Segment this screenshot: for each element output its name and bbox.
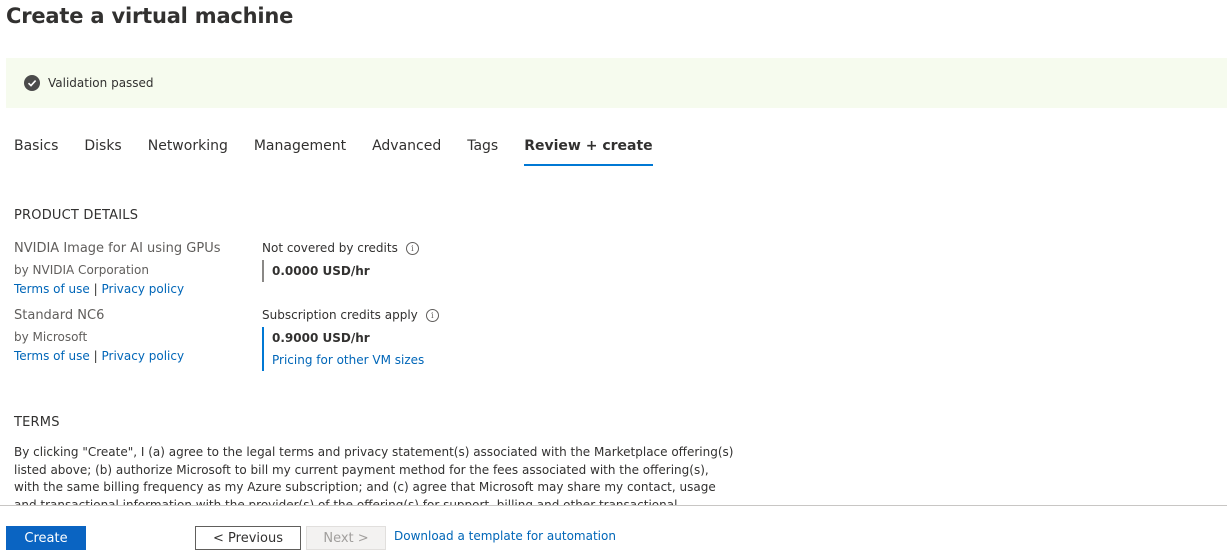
price-box: 0.0000 USD/hr — [262, 260, 522, 282]
pricing-other-sizes-link[interactable]: Pricing for other VM sizes — [272, 349, 522, 371]
tab-management[interactable]: Management — [254, 138, 346, 166]
product-publisher: by NVIDIA Corporation — [14, 263, 149, 277]
page-title: Create a virtual machine — [6, 4, 294, 28]
link-separator: | — [93, 282, 98, 296]
info-icon[interactable]: i — [405, 241, 419, 255]
wizard-tabs: Basics Disks Networking Management Advan… — [14, 138, 679, 166]
previous-button[interactable]: < Previous — [195, 526, 301, 550]
validation-banner: Validation passed — [6, 58, 1227, 108]
link-separator: | — [93, 349, 98, 363]
privacy-policy-link[interactable]: Privacy policy — [101, 349, 184, 363]
product-standard-nc6: Standard NC6 by Microsoft Terms of use |… — [14, 307, 254, 364]
price-credits-apply: Subscription credits apply i 0.9000 USD/… — [262, 308, 522, 371]
product-details-heading: PRODUCT DETAILS — [14, 208, 139, 223]
info-icon[interactable]: i — [425, 308, 439, 322]
product-name: Standard NC6 — [14, 308, 105, 323]
product-nvidia-image: NVIDIA Image for AI using GPUs by NVIDIA… — [14, 240, 254, 297]
product-publisher: by Microsoft — [14, 330, 88, 344]
terms-of-use-link[interactable]: Terms of use — [14, 282, 90, 296]
create-button[interactable]: Create — [6, 526, 86, 550]
terms-of-use-link[interactable]: Terms of use — [14, 349, 90, 363]
tab-review-create[interactable]: Review + create — [524, 138, 654, 166]
tab-networking[interactable]: Networking — [148, 138, 228, 166]
tab-tags[interactable]: Tags — [467, 138, 498, 166]
tab-disks[interactable]: Disks — [84, 138, 121, 166]
price-box: 0.9000 USD/hr Pricing for other VM sizes — [262, 327, 522, 371]
terms-text: By clicking "Create", I (a) agree to the… — [14, 445, 734, 506]
price-not-covered: Not covered by credits i 0.0000 USD/hr — [262, 241, 522, 282]
validation-message: Validation passed — [48, 76, 154, 90]
price-value: 0.9000 USD/hr — [272, 331, 370, 345]
price-label-text: Subscription credits apply — [262, 308, 418, 322]
product-links: Terms of use | Privacy policy — [14, 348, 254, 364]
check-circle-icon — [24, 75, 40, 91]
privacy-policy-link[interactable]: Privacy policy — [101, 282, 184, 296]
next-button[interactable]: Next > — [306, 526, 386, 550]
terms-heading: TERMS — [14, 415, 60, 430]
tab-advanced[interactable]: Advanced — [372, 138, 441, 166]
price-value: 0.0000 USD/hr — [272, 264, 370, 278]
price-label: Not covered by credits i — [262, 241, 522, 255]
download-template-link[interactable]: Download a template for automation — [394, 529, 616, 543]
footer-bar: Create < Previous Next > Download a temp… — [0, 505, 1227, 559]
price-label-text: Not covered by credits — [262, 241, 398, 255]
product-links: Terms of use | Privacy policy — [14, 281, 254, 297]
product-name: NVIDIA Image for AI using GPUs — [14, 241, 221, 256]
tab-basics[interactable]: Basics — [14, 138, 58, 166]
price-label: Subscription credits apply i — [262, 308, 522, 322]
